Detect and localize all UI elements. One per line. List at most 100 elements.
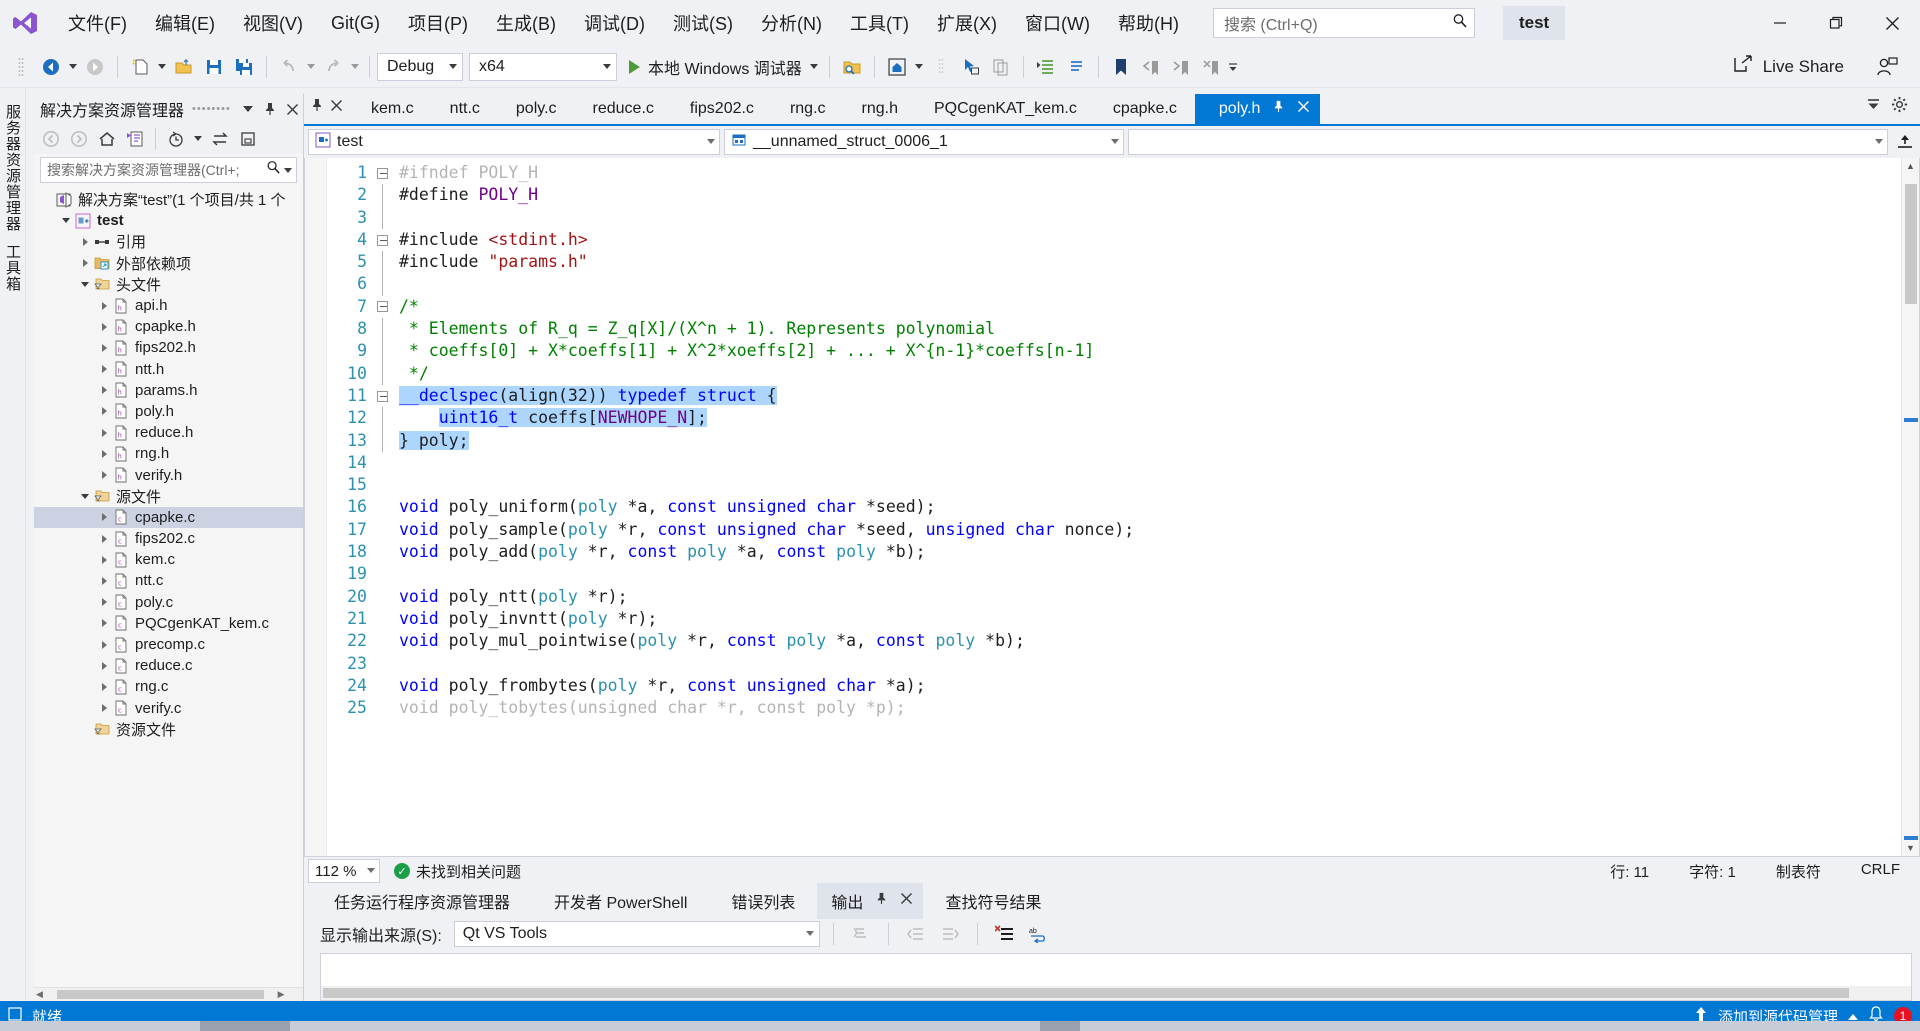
editor-tab-rng.h[interactable]: rng.h (844, 94, 916, 124)
twisty-collapsed-icon[interactable] (97, 534, 111, 543)
new-file-button[interactable] (125, 52, 155, 82)
toolbar-overflow-button[interactable] (1226, 52, 1240, 82)
twisty-collapsed-icon[interactable] (97, 449, 111, 458)
tree-item-ntt.h[interactable]: h ntt.h (34, 359, 303, 380)
scroll-right-icon[interactable]: ▶ (278, 989, 285, 1000)
toggle-word-wrap-icon[interactable]: ab (1025, 921, 1053, 947)
tree-item-PQCgenKAT_kem.c[interactable]: c PQCgenKAT_kem.c (34, 613, 303, 634)
rail-item-toolbox[interactable]: 工具箱 (2, 238, 23, 298)
tree-item-params.h[interactable]: h params.h (34, 380, 303, 401)
search-options-chevron-icon[interactable] (284, 161, 292, 179)
menu-analyze[interactable]: 分析(N) (747, 4, 836, 42)
twisty-collapsed-icon[interactable] (97, 343, 111, 352)
tree-item-[interactable]: 引用 (34, 231, 303, 252)
scroll-down-icon[interactable]: ▼ (1902, 840, 1919, 856)
code-line[interactable] (391, 474, 1901, 496)
tree-item-precomp.c[interactable]: c precomp.c (34, 634, 303, 655)
code-line[interactable] (391, 273, 1901, 295)
code-line[interactable]: uint16_t coeffs[NEWHOPE_N]; (391, 407, 1901, 429)
maximize-button[interactable] (1808, 0, 1864, 46)
code-line[interactable]: */ (391, 363, 1901, 385)
twisty-collapsed-icon[interactable] (78, 237, 92, 246)
output-tab-1[interactable]: 开发者 PowerShell (532, 883, 709, 919)
start-debugging-button[interactable]: 本地 Windows 调试器 (623, 52, 822, 82)
sx-forward-icon[interactable] (66, 126, 92, 152)
menu-edit[interactable]: 编辑(E) (141, 4, 229, 42)
editor-vertical-scrollbar[interactable]: ▲ ▼ (1901, 158, 1919, 856)
twisty-collapsed-icon[interactable] (97, 322, 111, 331)
code-line[interactable]: void poly_uniform(poly *a, const unsigne… (391, 496, 1901, 518)
tree-item-[interactable]: 外部依赖项 (34, 253, 303, 274)
editor-tab-cpapke.c[interactable]: cpapke.c (1095, 94, 1195, 124)
code-line[interactable]: void poly_add(poly *r, const poly *a, co… (391, 541, 1901, 563)
editor-tab-kem.c[interactable]: kem.c (353, 94, 432, 124)
tree-item-poly.c[interactable]: c poly.c (34, 592, 303, 613)
select-element-button[interactable] (956, 52, 986, 82)
tabstrip-pin-icon[interactable] (310, 98, 324, 117)
output-text-area[interactable] (320, 953, 1912, 1001)
next-message-icon[interactable] (936, 921, 964, 947)
new-file-dropdown[interactable] (155, 52, 169, 82)
account-manager-icon[interactable] (1872, 52, 1902, 82)
code-line[interactable]: __declspec(align(32)) typedef struct { (391, 385, 1901, 407)
menu-git[interactable]: Git(G) (317, 7, 394, 40)
solution-tree[interactable]: 解决方案“test”(1 个项目/共 1 个 test 引用 外部依赖项 头文件 h api… (34, 187, 303, 987)
code-line[interactable]: void poly_frombytes(poly *r, const unsig… (391, 675, 1901, 697)
code-line[interactable] (391, 563, 1901, 585)
solution-configuration-combo[interactable]: Debug (377, 52, 463, 81)
close-button[interactable] (1864, 0, 1920, 46)
code-line[interactable]: * coeffs[0] + X*coeffs[1] + X^2*xoeffs[2… (391, 340, 1901, 362)
twisty-collapsed-icon[interactable] (97, 576, 111, 585)
code-line[interactable]: void poly_invntt(poly *r); (391, 608, 1901, 630)
nav-member-combo[interactable] (1128, 129, 1888, 155)
editor-tab-poly.h[interactable]: poly.h (1194, 94, 1321, 124)
rail-item-server-explorer[interactable]: 服务器资源管理器 (2, 98, 23, 238)
code-line[interactable]: #define POLY_H (391, 184, 1901, 206)
tree-item-test11[interactable]: 解决方案“test”(1 个项目/共 1 个 (34, 189, 303, 210)
panel-menu-button[interactable] (237, 98, 259, 120)
menu-view[interactable]: 视图(V) (229, 4, 317, 42)
editor-tab-fips202.c[interactable]: fips202.c (672, 94, 772, 124)
save-button[interactable] (199, 52, 229, 82)
tree-item-rng.h[interactable]: h rng.h (34, 443, 303, 464)
tree-item-test[interactable]: test (34, 210, 303, 231)
sx-back-icon[interactable] (38, 126, 64, 152)
code-line[interactable]: /* (391, 296, 1901, 318)
twisty-collapsed-icon[interactable] (97, 471, 111, 480)
menu-project[interactable]: 项目(P) (394, 4, 482, 42)
twisty-collapsed-icon[interactable] (97, 598, 111, 607)
comment-button[interactable] (1061, 52, 1091, 82)
menu-file[interactable]: 文件(F) (54, 4, 141, 42)
gear-icon[interactable] (1891, 96, 1908, 118)
code-editor[interactable]: 1 2 3 4 5 6 7 8 9 10 11 12 13 14 15 16 17 18 19 20 21 22 23 24 2… (304, 158, 1920, 857)
indent-button[interactable] (1031, 52, 1061, 82)
tree-item-fips202.h[interactable]: h fips202.h (34, 337, 303, 358)
previous-message-icon[interactable] (902, 921, 930, 947)
tree-item-[interactable]: 头文件 (34, 274, 303, 295)
tab-overflow-icon[interactable] (1866, 98, 1881, 116)
twisty-collapsed-icon[interactable] (97, 661, 111, 670)
taskbar-window-block[interactable] (1040, 1021, 1080, 1031)
menu-test[interactable]: 测试(S) (659, 4, 747, 42)
solution-explorer-search[interactable]: 搜索解决方案资源管理器(Ctrl+; (40, 157, 297, 183)
sx-home-icon[interactable] (94, 126, 120, 152)
twisty-collapsed-icon[interactable] (97, 619, 111, 628)
redo-button[interactable] (318, 52, 348, 82)
output-tab-3[interactable]: 输出 (817, 883, 924, 919)
tree-item-verify.h[interactable]: h verify.h (34, 464, 303, 485)
code-line[interactable]: void poly_mul_pointwise(poly *r, const p… (391, 630, 1901, 652)
sx-sync-icon[interactable] (207, 126, 233, 152)
output-tab-close-icon[interactable] (900, 892, 913, 910)
menu-help[interactable]: 帮助(H) (1104, 4, 1193, 42)
tree-item-kem.c[interactable]: c kem.c (34, 549, 303, 570)
menu-build[interactable]: 生成(B) (482, 4, 570, 42)
open-file-button[interactable] (169, 52, 199, 82)
navigate-forward-button[interactable] (80, 52, 110, 82)
editor-tab-poly.c[interactable]: poly.c (498, 94, 575, 124)
tree-item-verify.c[interactable]: c verify.c (34, 698, 303, 719)
minimize-button[interactable] (1752, 0, 1808, 46)
output-tab-2[interactable]: 错误列表 (709, 883, 817, 919)
output-tab-0[interactable]: 任务运行程序资源管理器 (312, 883, 532, 919)
twisty-collapsed-icon[interactable] (97, 428, 111, 437)
sx-properties-icon[interactable] (235, 126, 261, 152)
